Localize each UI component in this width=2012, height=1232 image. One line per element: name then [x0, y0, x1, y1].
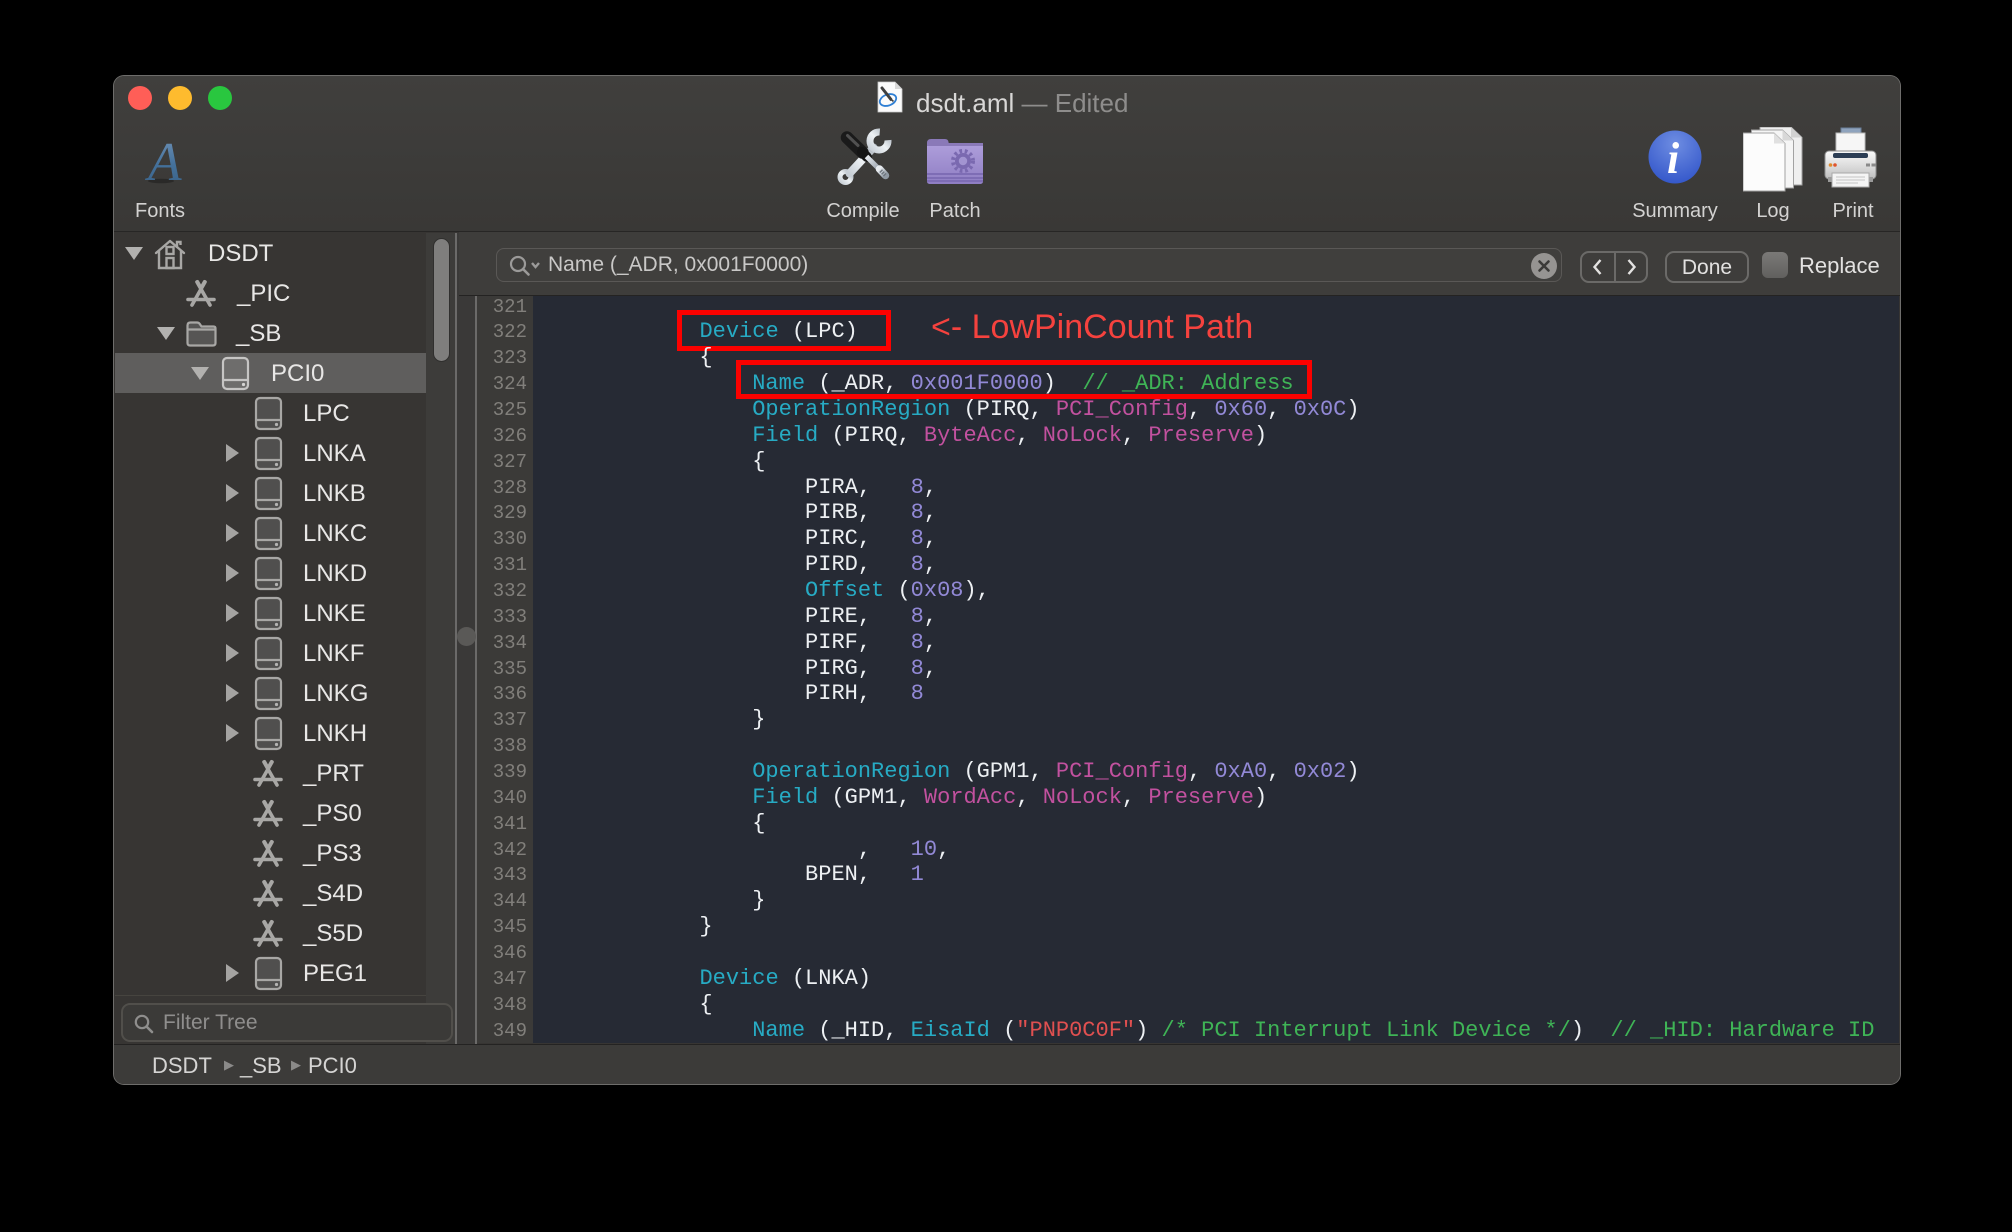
svg-text:i: i: [1667, 134, 1680, 183]
svg-text:A: A: [144, 131, 182, 187]
